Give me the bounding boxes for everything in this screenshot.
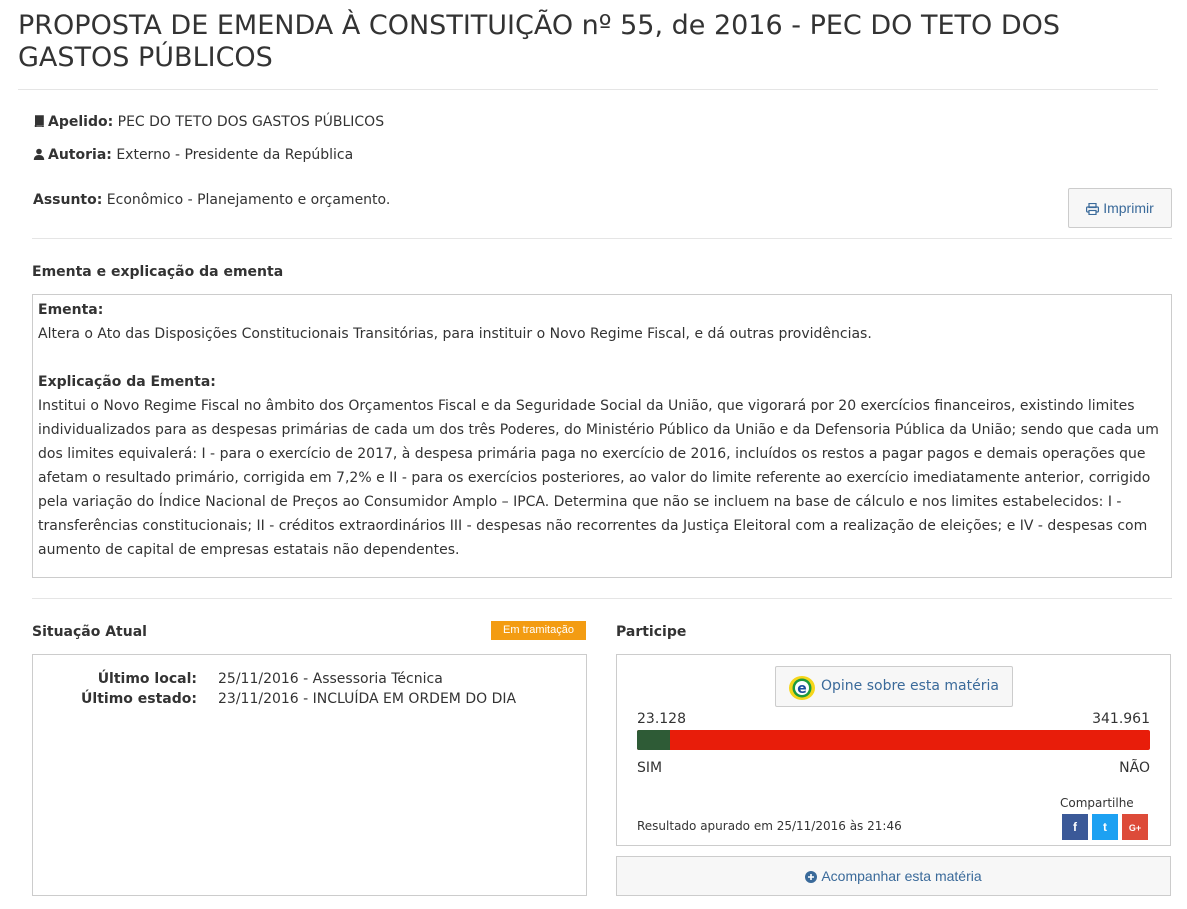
ultimo-estado-value: 23/11/2016 - INCLUÍDA EM ORDEM DO DIA	[218, 691, 517, 707]
assunto-row: Assunto: Econômico - Planejamento e orça…	[33, 191, 390, 209]
follow-button[interactable]: Acompanhar esta matéria	[616, 856, 1171, 896]
apelido-value: PEC DO TETO DOS GASTOS PÚBLICOS	[117, 114, 385, 130]
print-label: Imprimir	[1103, 200, 1154, 216]
participe-title: Participe	[616, 624, 687, 640]
follow-label: Acompanhar esta matéria	[821, 868, 982, 884]
ementa-box: Ementa: Altera o Ato das Disposições Con…	[32, 294, 1172, 578]
nao-label: NÃO	[1119, 760, 1150, 776]
share-twitter-button[interactable]: t	[1092, 814, 1118, 840]
ementa-label: Ementa:	[38, 302, 104, 318]
ementa-divider	[32, 598, 1172, 599]
ultimo-local-label: Último local:	[97, 671, 197, 687]
ultimo-local-value: 25/11/2016 - Assessoria Técnica	[218, 671, 443, 687]
e-cidadania-logo-icon: e	[789, 676, 815, 700]
share-label: Compartilhe	[1060, 796, 1134, 810]
vote-result-bar	[637, 730, 1150, 750]
plus-circle-icon	[805, 871, 818, 883]
share-facebook-button[interactable]: f	[1062, 814, 1088, 840]
sim-label: SIM	[637, 760, 663, 776]
explicacao-text: Institui o Novo Regime Fiscal no âmbito …	[38, 398, 1159, 558]
assunto-label: Assunto:	[33, 192, 103, 208]
google-plus-icon: G+	[1128, 823, 1142, 833]
nao-count: 341.961	[1092, 711, 1150, 727]
page-title: PROPOSTA DE EMENDA À CONSTITUIÇÃO nº 55,…	[18, 10, 1061, 73]
opine-button[interactable]: e Opine sobre esta matéria	[775, 666, 1013, 707]
situacao-title: Situação Atual	[32, 624, 147, 640]
title-divider	[18, 89, 1158, 90]
apelido-row: Apelido: PEC DO TETO DOS GASTOS PÚBLICOS	[33, 113, 384, 131]
share-google-plus-button[interactable]: G+	[1122, 814, 1148, 840]
user-icon	[33, 148, 45, 160]
print-button[interactable]: Imprimir	[1068, 188, 1172, 228]
meta-divider	[32, 238, 1172, 239]
autoria-row: Autoria: Externo - Presidente da Repúbli…	[33, 146, 353, 164]
assunto-value: Econômico - Planejamento e orçamento.	[106, 192, 391, 208]
facebook-icon: f	[1073, 820, 1077, 834]
status-badge: Em tramitação	[491, 621, 586, 640]
ultimo-estado-label: Último estado:	[81, 691, 197, 707]
ementa-section-title: Ementa e explicação da ementa	[32, 264, 284, 280]
book-icon	[34, 115, 44, 127]
vote-sim-fill	[637, 730, 670, 750]
sim-count: 23.128	[637, 711, 686, 727]
ementa-text: Altera o Ato das Disposições Constitucio…	[38, 326, 872, 342]
autoria-value: Externo - Presidente da República	[116, 147, 354, 163]
explicacao-label: Explicação da Ementa:	[38, 374, 216, 390]
opine-label: Opine sobre esta matéria	[821, 678, 999, 694]
svg-text:e: e	[797, 681, 807, 697]
print-icon	[1086, 202, 1100, 216]
result-text: Resultado apurado em 25/11/2016 às 21:46	[637, 819, 902, 833]
autoria-label: Autoria:	[48, 147, 112, 163]
twitter-icon: t	[1103, 820, 1107, 834]
apelido-label: Apelido:	[48, 114, 114, 130]
